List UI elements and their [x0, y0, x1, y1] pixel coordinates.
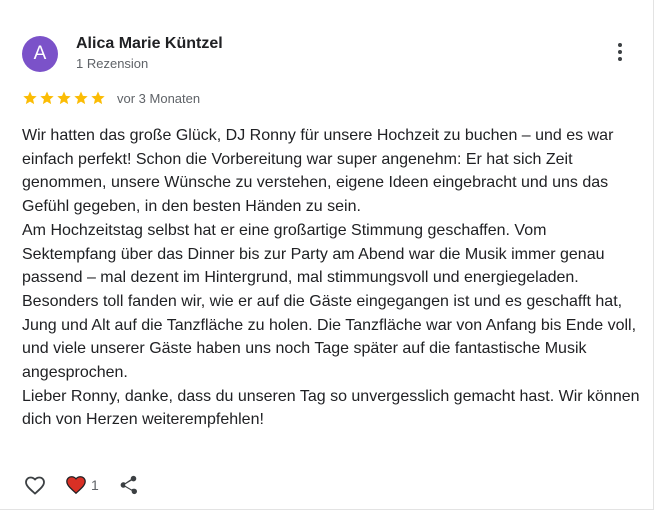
review-paragraph: Wir hatten das große Glück, DJ Ronny für…	[22, 127, 614, 216]
share-button[interactable]	[117, 474, 139, 496]
review-date: vor 3 Monaten	[117, 90, 201, 106]
heart-outline-icon	[25, 476, 45, 495]
avatar[interactable]: A	[22, 36, 58, 72]
more-vert-icon[interactable]	[612, 40, 628, 66]
rating-row: vor 3 Monaten	[22, 89, 200, 107]
share-icon	[120, 475, 137, 495]
review-paragraph: Am Hochzeitstag selbst hat er eine großa…	[22, 221, 637, 382]
review-actions: 1	[22, 472, 139, 498]
review-card: A Alica Marie Küntzel 1 Rezension vor 3 …	[0, 0, 654, 510]
reaction-count: 1	[91, 477, 99, 493]
like-button[interactable]	[22, 473, 48, 497]
star-icon	[57, 91, 71, 105]
author-review-count: 1 Rezension	[76, 56, 149, 71]
star-icon	[40, 91, 54, 105]
author-name[interactable]: Alica Marie Küntzel	[76, 35, 223, 53]
heart-filled-icon	[66, 476, 86, 495]
star-icon	[91, 91, 105, 105]
review-paragraph: Lieber Ronny, danke, dass du unseren Tag…	[22, 387, 640, 429]
star-icon	[23, 91, 37, 105]
star-icon	[74, 91, 88, 105]
review-text: Wir hatten das große Glück, DJ Ronny für…	[22, 124, 642, 432]
reaction-summary[interactable]: 1	[64, 474, 99, 496]
star-rating	[22, 90, 107, 106]
